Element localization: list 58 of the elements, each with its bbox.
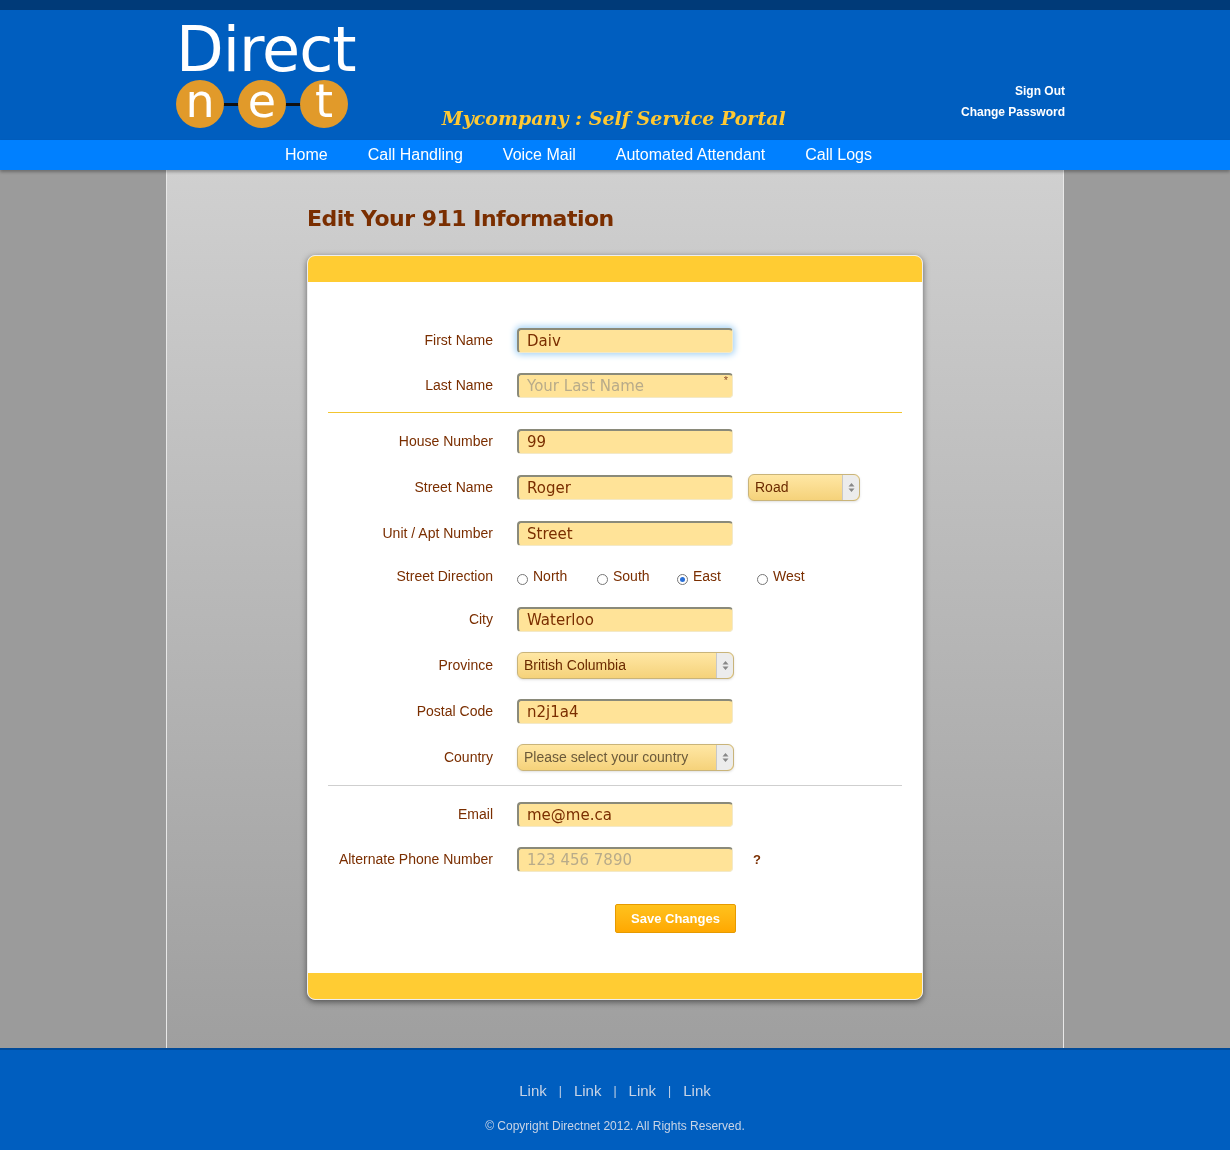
footer-link[interactable]: Link	[683, 1080, 711, 1103]
field-label: Street Name	[413, 478, 493, 497]
field-label: First Name	[423, 331, 493, 350]
footer-link[interactable]: Link	[628, 1080, 657, 1103]
radio-option[interactable]: East	[677, 566, 757, 587]
text-field[interactable]: 123 456 7890	[517, 847, 733, 872]
nav-link[interactable]: Automated Attendant	[615, 143, 766, 167]
account-link[interactable]: Sign Out	[1015, 82, 1065, 100]
field-label: Country	[442, 748, 493, 767]
field-label: Street Direction	[395, 567, 493, 586]
radio-button[interactable]	[757, 573, 768, 585]
nav-link[interactable]: Call Handling	[367, 143, 463, 167]
text-field[interactable]: Street	[517, 521, 733, 546]
link-separator: |	[668, 1083, 672, 1101]
street-type-select[interactable]: Road	[748, 474, 860, 501]
text-field[interactable]: me@me.ca	[517, 802, 733, 827]
radio-button[interactable]	[677, 573, 688, 585]
link-separator: |	[558, 1083, 562, 1101]
field-label: Province	[437, 656, 493, 675]
text-field[interactable]: 99	[517, 429, 733, 454]
stepper-icon	[847, 482, 855, 493]
radio-option[interactable]: South	[597, 566, 677, 587]
logo-letter: t	[300, 80, 348, 128]
stepper-icon	[721, 752, 729, 763]
link-separator: |	[613, 1083, 617, 1101]
radio-button[interactable]	[597, 573, 608, 585]
logo-wordmark: Direct	[176, 22, 356, 78]
text-field[interactable]: n2j1a4	[517, 699, 733, 724]
field-label: Unit / Apt Number	[381, 524, 493, 543]
logo-letter: e	[238, 80, 286, 128]
copyright-text: © Copyright Directnet 2012. All Rights Reserved.	[485, 1117, 745, 1135]
text-field[interactable]: Daiv	[517, 328, 733, 353]
account-link[interactable]: Change Password	[960, 103, 1065, 121]
radio-option[interactable]: West	[757, 566, 837, 587]
portal-title: Mycompany : Self Service Portal	[441, 106, 786, 131]
text-field[interactable]: Roger	[517, 475, 733, 500]
field-label: City	[467, 610, 493, 629]
stepper-icon	[721, 660, 729, 671]
required-mark: *	[723, 373, 728, 388]
logo[interactable]: Direct n e t	[176, 22, 356, 128]
help-mark[interactable]: ?	[753, 849, 761, 870]
field-label: Last Name	[424, 376, 493, 395]
field-label: House Number	[397, 432, 493, 451]
field-label: Postal Code	[415, 702, 493, 721]
nav-link[interactable]: Call Logs	[805, 143, 872, 167]
nav-link[interactable]: Home	[285, 143, 328, 167]
field-label: Email	[457, 805, 493, 824]
footer-link[interactable]: Link	[573, 1080, 602, 1103]
logo-letter: n	[176, 80, 224, 128]
radio-option[interactable]: North	[517, 566, 597, 587]
radio-button[interactable]	[517, 573, 528, 585]
page-title: Edit Your 911 Information	[307, 205, 615, 233]
footer-link[interactable]: Link	[519, 1080, 547, 1103]
nav-link[interactable]: Voice Mail	[502, 143, 576, 167]
dropdown-select[interactable]: Please select your country	[517, 744, 734, 771]
field-label: Alternate Phone Number	[337, 850, 493, 869]
text-field[interactable]: Waterloo	[517, 607, 733, 632]
dropdown-select[interactable]: British Columbia	[517, 652, 734, 679]
